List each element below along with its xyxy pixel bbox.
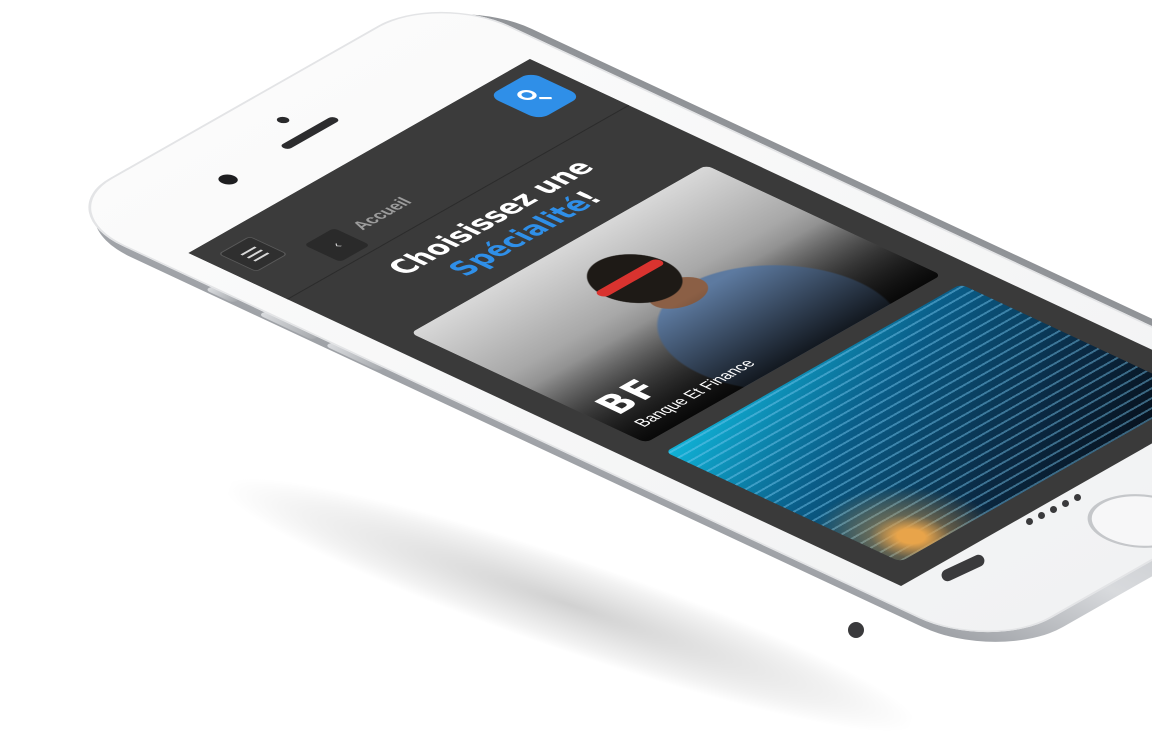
speaker-grille-dot [1062, 500, 1069, 507]
phone: ‹ Accueil Choisissez une Spécialité! BF [50, 0, 1152, 663]
phone-front: ‹ Accueil Choisissez une Spécialité! BF [50, 0, 1152, 652]
proximity-sensor [274, 115, 292, 125]
search-icon [513, 88, 541, 102]
speaker-grille-dot [1050, 506, 1057, 513]
headphone-jack [848, 622, 864, 638]
speaker-grille-dot [1026, 518, 1033, 525]
chevron-left-icon: ‹ [326, 239, 347, 250]
product-mockup: ‹ Accueil Choisissez une Spécialité! BF [0, 0, 1152, 732]
speaker-grille-dot [1074, 494, 1081, 501]
page-title: Accueil [348, 195, 417, 233]
menu-button[interactable] [217, 236, 289, 272]
search-button[interactable] [488, 72, 582, 120]
front-camera [214, 172, 242, 187]
search-icon-handle [539, 97, 552, 100]
back-button[interactable]: ‹ [303, 228, 371, 262]
card-photo-detail [593, 258, 667, 298]
speaker-grille-dot [1038, 512, 1045, 519]
